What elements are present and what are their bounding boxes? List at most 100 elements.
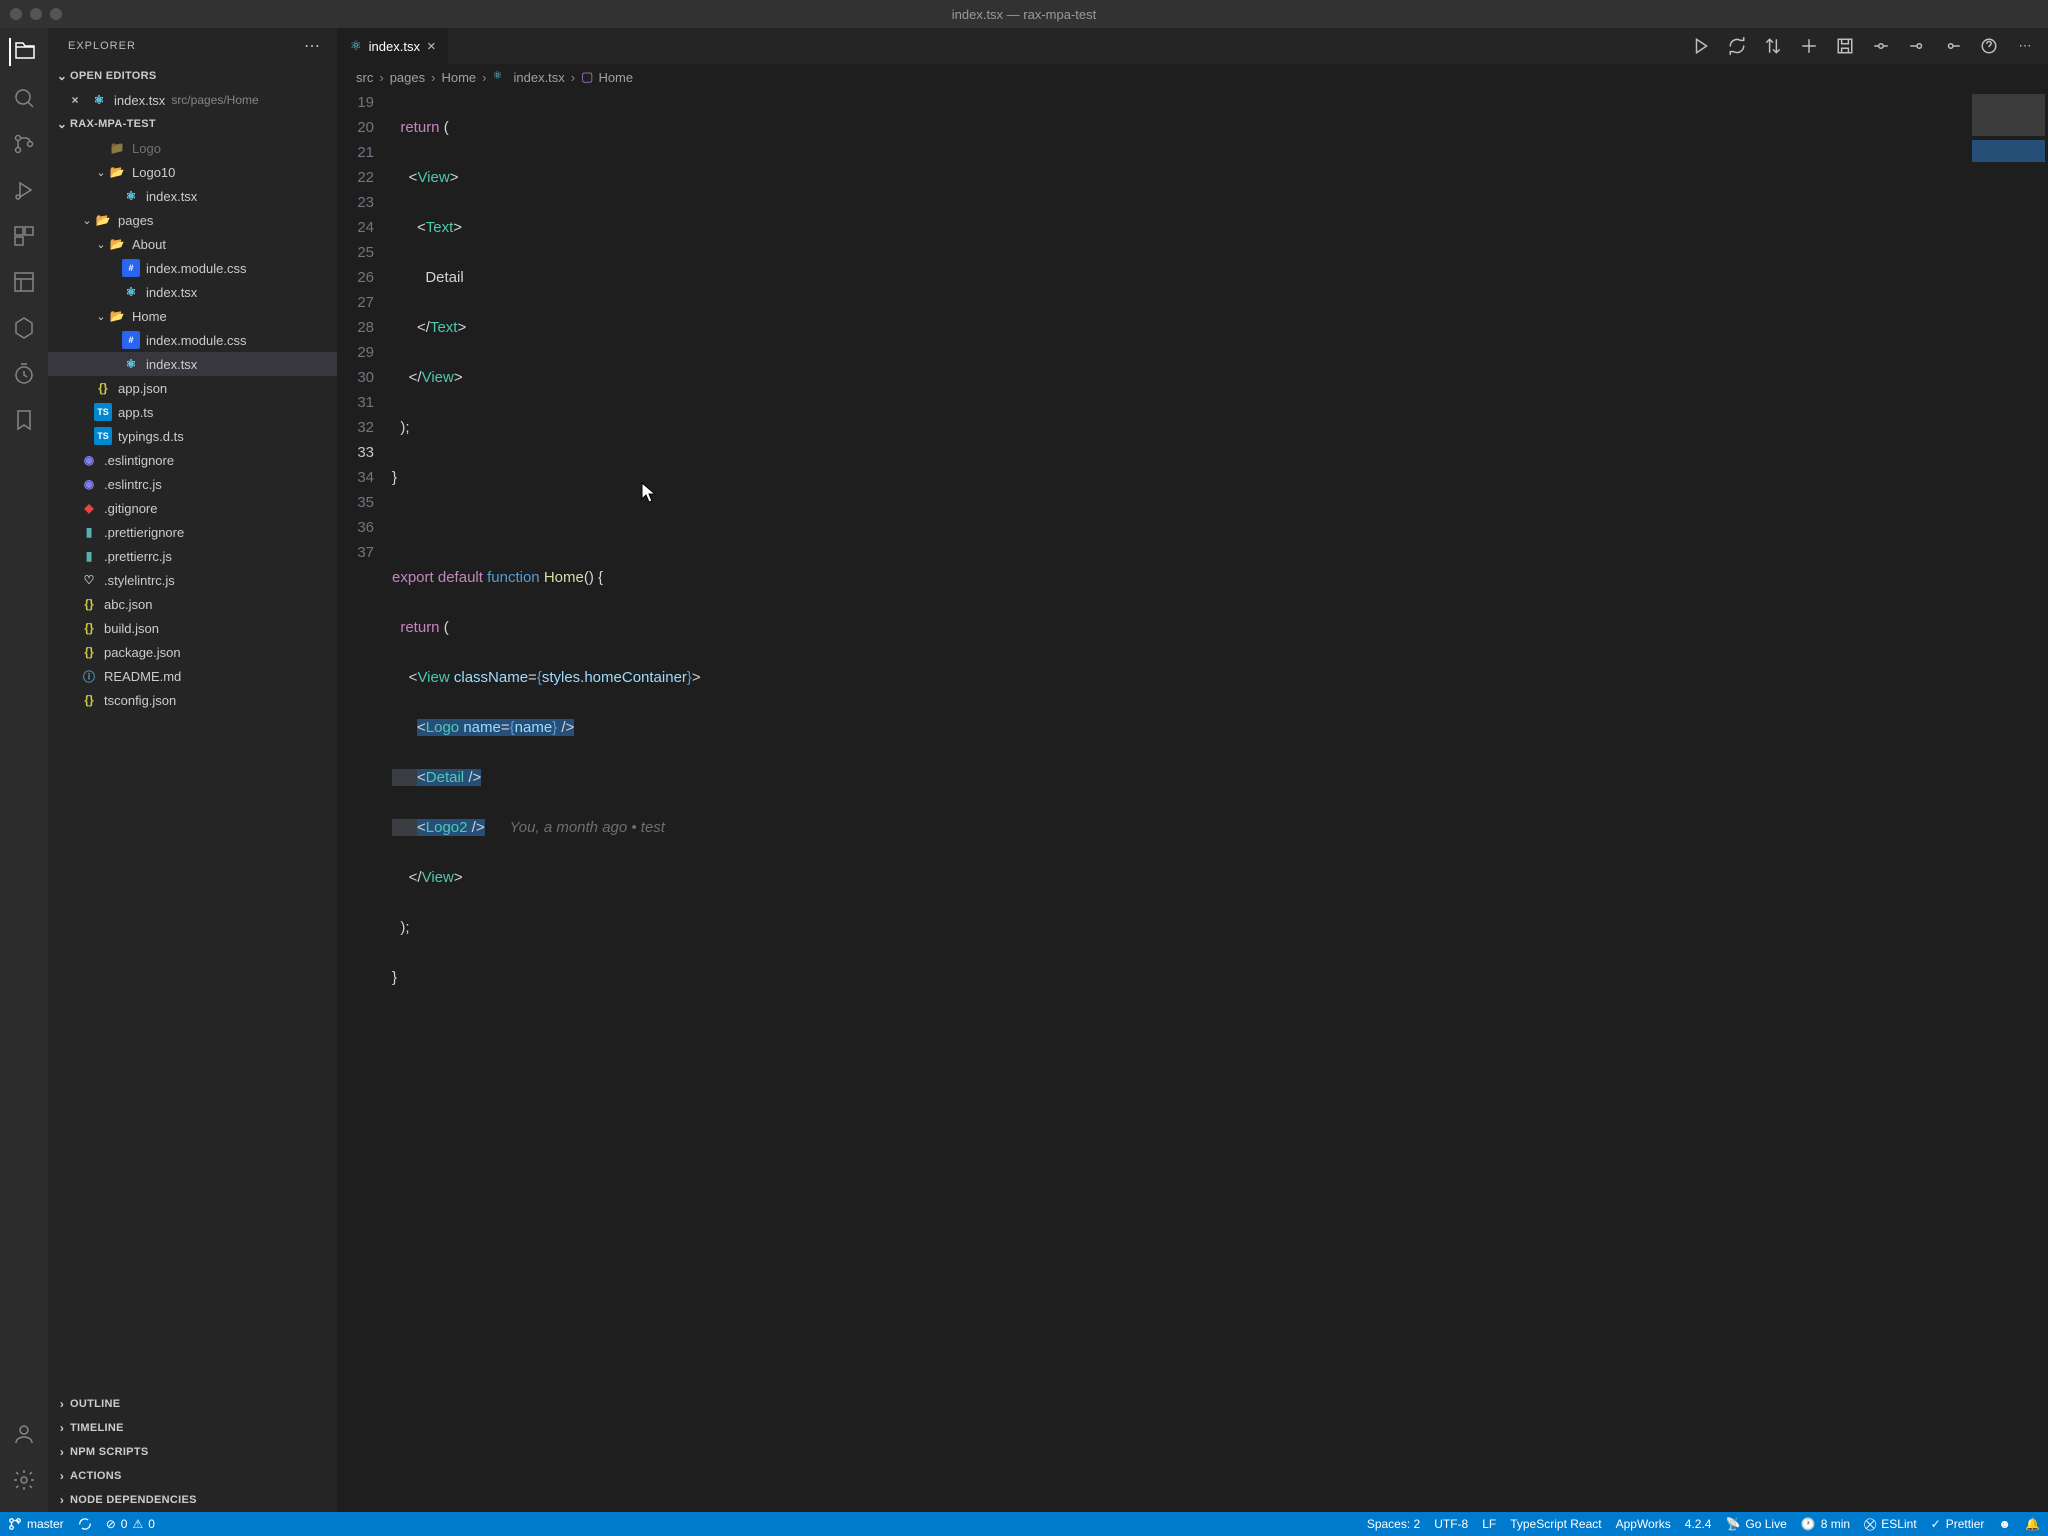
file-logo10-index[interactable]: ⚛index.tsx (48, 184, 337, 208)
explorer-icon[interactable] (9, 38, 37, 66)
crumb-file[interactable]: ⚛index.tsx (492, 69, 564, 85)
tab-label: index.tsx (369, 39, 420, 54)
folder-home[interactable]: ⌄📂Home (48, 304, 337, 328)
file-abcjson[interactable]: {} abc.json (48, 592, 337, 616)
sb-eslint[interactable]: ⛒ESLint (1864, 1517, 1917, 1532)
source-control-icon[interactable] (10, 130, 38, 158)
sb-bell-icon[interactable]: 🔔 (2025, 1517, 2040, 1531)
folder-about[interactable]: ⌄📂About (48, 232, 337, 256)
window-controls[interactable] (10, 8, 62, 20)
sb-golive[interactable]: 📡Go Live (1725, 1517, 1786, 1531)
file-stylelintrc[interactable]: ♡.stylelintrc.js (48, 568, 337, 592)
bookmark-icon[interactable] (10, 406, 38, 434)
file-home-tsx[interactable]: ⚛index.tsx (48, 352, 337, 376)
commit-right-icon[interactable] (1944, 37, 1962, 55)
file-home-css[interactable]: #index.module.css (48, 328, 337, 352)
sb-spaces[interactable]: Spaces: 2 (1367, 1517, 1420, 1531)
crumb-pages[interactable]: pages (390, 70, 425, 85)
window-minimize[interactable] (30, 8, 42, 20)
file-readme[interactable]: ⓘREADME.md (48, 664, 337, 688)
open-editor-item[interactable]: × ⚛ index.tsx src/pages/Home (48, 88, 337, 112)
settings-icon[interactable] (10, 1466, 38, 1494)
code-editor[interactable]: 19202122232425262728293031323334353637 r… (338, 90, 1968, 1512)
section-actions[interactable]: ›ACTIONS (48, 1464, 337, 1488)
file-tsconfig[interactable]: {}tsconfig.json (48, 688, 337, 712)
section-node-dependencies[interactable]: ›NODE DEPENDENCIES (48, 1488, 337, 1512)
react-icon: ⚛ (350, 38, 362, 54)
sb-branch[interactable]: master (8, 1517, 64, 1531)
sb-eol[interactable]: LF (1482, 1517, 1496, 1531)
compare-icon[interactable] (1764, 37, 1782, 55)
run-icon[interactable] (1692, 37, 1710, 55)
hexagon-icon[interactable] (10, 314, 38, 342)
tree-label: pages (118, 213, 153, 228)
folder-logo10[interactable]: ⌄📂Logo10 (48, 160, 337, 184)
file-prettierrc[interactable]: ▮.prettierrc.js (48, 544, 337, 568)
ts-icon: TS (94, 427, 112, 445)
activity-bar (0, 28, 48, 1512)
help-icon[interactable] (1980, 37, 1998, 55)
account-icon[interactable] (10, 1420, 38, 1448)
sidebar-more-icon[interactable]: ⋯ (304, 36, 321, 56)
file-typings[interactable]: TS typings.d.ts (48, 424, 337, 448)
section-project[interactable]: ⌄ RAX-MPA-TEST (48, 112, 337, 136)
section-open-editors[interactable]: ⌄ OPEN EDITORS (48, 64, 337, 88)
crumb-home[interactable]: Home (441, 70, 476, 85)
file-prettierignore[interactable]: ▮.prettierignore (48, 520, 337, 544)
refresh-icon[interactable] (1728, 37, 1746, 55)
section-outline[interactable]: ›OUTLINE (48, 1392, 337, 1416)
sb-problems[interactable]: ⊘0 ⚠0 (106, 1517, 155, 1531)
file-eslintrc[interactable]: ◉.eslintrc.js (48, 472, 337, 496)
file-appjson[interactable]: {}app.json (48, 376, 337, 400)
file-buildjson[interactable]: {}build.json (48, 616, 337, 640)
file-gitignore[interactable]: ◆.gitignore (48, 496, 337, 520)
search-icon[interactable] (10, 84, 38, 112)
tab-index-tsx[interactable]: ⚛ index.tsx × (338, 28, 449, 64)
file-packagejson[interactable]: {}package.json (48, 640, 337, 664)
sb-encoding[interactable]: UTF-8 (1434, 1517, 1468, 1531)
file-about-css[interactable]: #index.module.css (48, 256, 337, 280)
json-icon: {} (80, 595, 98, 613)
window-close[interactable] (10, 8, 22, 20)
sb-language[interactable]: TypeScript React (1510, 1517, 1601, 1531)
file-appts[interactable]: TSapp.ts (48, 400, 337, 424)
crumb-symbol[interactable]: ▢Home (581, 69, 633, 85)
sb-prettier[interactable]: ✓Prettier (1931, 1517, 1985, 1531)
sb-time[interactable]: 🕐8 min (1801, 1517, 1850, 1531)
crumb-src[interactable]: src (356, 70, 373, 85)
chevron-down-icon: ⌄ (80, 214, 94, 227)
close-icon[interactable]: × (427, 38, 436, 55)
file-eslintignore[interactable]: ◉.eslintignore (48, 448, 337, 472)
commit-prev-icon[interactable] (1872, 37, 1890, 55)
timer-icon[interactable] (10, 360, 38, 388)
close-icon[interactable]: × (66, 91, 84, 109)
sb-appworks[interactable]: AppWorks (1616, 1517, 1671, 1531)
save-icon[interactable] (1836, 37, 1854, 55)
folder-pages[interactable]: ⌄📂pages (48, 208, 337, 232)
tree-label: package.json (104, 645, 181, 660)
section-timeline[interactable]: ›TIMELINE (48, 1416, 337, 1440)
sidebar-title: EXPLORER (68, 40, 136, 52)
code-content[interactable]: return ( <View> <Text> Detail </Text> </… (392, 90, 1968, 1512)
window-maximize[interactable] (50, 8, 62, 20)
prettier-icon: ▮ (80, 523, 98, 541)
file-about-tsx[interactable]: ⚛index.tsx (48, 280, 337, 304)
sb-version[interactable]: 4.2.4 (1685, 1517, 1712, 1531)
layout-icon[interactable] (10, 268, 38, 296)
section-npm-scripts[interactable]: ›NPM SCRIPTS (48, 1440, 337, 1464)
minimap[interactable] (1968, 90, 2048, 1512)
sb-sync[interactable] (78, 1517, 92, 1531)
sb-feedback-icon[interactable]: ☻ (1998, 1517, 2011, 1531)
breadcrumb[interactable]: src› pages› Home› ⚛index.tsx› ▢Home (338, 64, 2048, 90)
more-icon[interactable]: ⋯ (2016, 37, 2034, 55)
add-icon[interactable] (1800, 37, 1818, 55)
tree-label: abc.json (104, 597, 152, 612)
editor-area: ⚛ index.tsx × ⋯ src› pages› Home› ⚛inde (338, 28, 2048, 1512)
sidebar-header: EXPLORER ⋯ (48, 28, 337, 64)
commit-left-icon[interactable] (1908, 37, 1926, 55)
folder-logo[interactable]: 📁Logo (48, 136, 337, 160)
extensions-icon[interactable] (10, 222, 38, 250)
tree-label: app.json (118, 381, 167, 396)
tree-label: typings.d.ts (118, 429, 184, 444)
debug-icon[interactable] (10, 176, 38, 204)
